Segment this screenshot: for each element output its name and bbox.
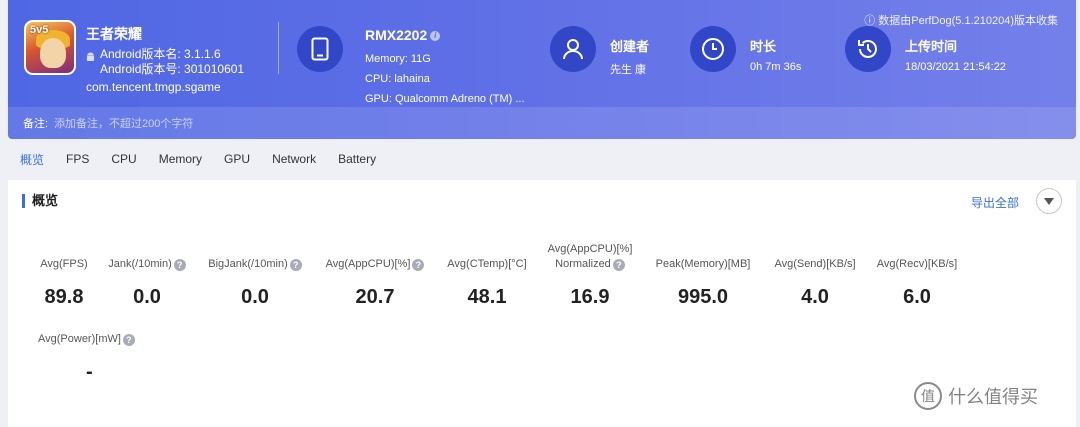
metric-avg-recv: Avg(Recv)[KB/s] 6.0 (872, 257, 962, 309)
metric-avg-send: Avg(Send)[KB/s] 4.0 (770, 257, 860, 309)
metric-value: 995.0 (677, 286, 729, 308)
metric-avg-fps: Avg(FPS) 89.8 (38, 257, 90, 309)
metric-value: 0.0 (133, 286, 161, 308)
metric-value: 4.0 (801, 286, 829, 308)
metric-avg-ctemp: Avg(CTemp)[°C] 48.1 (444, 257, 530, 309)
creator-value: 先生 康 (610, 64, 647, 76)
metric-avg-appcpu: Avg(AppCPU)[%]? 20.7 (322, 257, 428, 309)
metric-value: 20.7 (355, 286, 395, 308)
tab-battery[interactable]: Battery (338, 150, 376, 168)
watermark: 值 什么值得买 (914, 382, 1038, 410)
report-header: 5v5 王者荣耀 Android版本名: 3.1.1.6 Android版本号:… (8, 0, 1076, 139)
device-name: RMX2202 i (365, 27, 441, 43)
help-icon[interactable]: ? (173, 259, 186, 271)
tab-memory[interactable]: Memory (159, 150, 202, 168)
help-icon[interactable]: ? (412, 259, 425, 271)
history-icon (845, 26, 891, 72)
clock-icon (690, 26, 736, 72)
user-icon (550, 26, 596, 72)
help-icon[interactable]: ? (612, 259, 625, 271)
app-icon: 5v5 (24, 20, 76, 75)
tab-fps[interactable]: FPS (66, 150, 89, 168)
watermark-logo: 值 (914, 382, 942, 410)
collapse-button[interactable] (1036, 188, 1062, 214)
tab-network[interactable]: Network (272, 150, 316, 168)
metric-value: - (86, 361, 93, 383)
metric-value: 16.9 (570, 286, 610, 308)
metric-value: 6.0 (903, 286, 931, 308)
app-version-name: Android版本名: 3.1.1.6 (100, 47, 221, 61)
phone-icon (297, 26, 343, 72)
android-icon (86, 52, 95, 62)
creator-title: 创建者 (610, 39, 650, 54)
tab-bar: 概览 FPS CPU Memory GPU Network Battery (8, 139, 1076, 179)
duration-title: 时长 (750, 39, 777, 54)
tab-overview[interactable]: 概览 (20, 149, 44, 170)
export-all-button[interactable]: 导出全部 (971, 194, 1019, 211)
help-icon[interactable]: ? (289, 259, 302, 271)
app-name: 王者荣耀 (86, 26, 142, 42)
note-input[interactable]: 添加备注，不超过200个字符 (54, 115, 193, 131)
device-info-icon[interactable]: i (430, 31, 441, 42)
device-cpu: CPU: lahaina (365, 73, 430, 85)
header-divider (278, 22, 279, 74)
metric-avg-appcpu-normalized: Avg(AppCPU)[%] Normalized? 16.9 (540, 242, 640, 309)
app-icon-badge: 5v5 (30, 24, 49, 36)
metric-jank: Jank(/10min)? 0.0 (104, 257, 190, 309)
watermark-text: 什么值得买 (948, 387, 1038, 407)
device-memory: Memory: 11G (365, 53, 431, 65)
panel-title: 概览 (22, 194, 58, 208)
app-version-code: Android版本号: 301010601 (100, 62, 245, 76)
metric-value: 89.8 (44, 286, 84, 308)
metric-peak-memory: Peak(Memory)[MB] 995.0 (652, 257, 754, 309)
app-package: com.tencent.tmgp.sgame (86, 80, 221, 94)
header-info: 5v5 王者荣耀 Android版本名: 3.1.1.6 Android版本号:… (8, 0, 1076, 107)
metric-value: 0.0 (241, 286, 269, 308)
note-label: 备注: (23, 118, 49, 130)
metric-avg-power: Avg(Power)[mW]? - (38, 332, 148, 384)
upload-title: 上传时间 (905, 39, 958, 54)
duration-value: 0h 7m 36s (750, 61, 802, 73)
upload-value: 18/03/2021 21:54:22 (905, 61, 1006, 73)
note-bar: 备注: 添加备注，不超过200个字符 (8, 107, 1076, 139)
device-gpu: GPU: Qualcomm Adreno (TM) ... (365, 93, 525, 105)
source-note: ⓘ 数据由PerfDog(5.1.210204)版本收集 (864, 15, 1058, 27)
tab-cpu[interactable]: CPU (111, 150, 136, 168)
help-icon[interactable]: ? (122, 334, 135, 346)
chevron-down-icon (1044, 197, 1054, 205)
tab-gpu[interactable]: GPU (224, 150, 250, 168)
metric-bigjank: BigJank(/10min)? 0.0 (204, 257, 306, 309)
metric-value: 48.1 (467, 286, 507, 308)
